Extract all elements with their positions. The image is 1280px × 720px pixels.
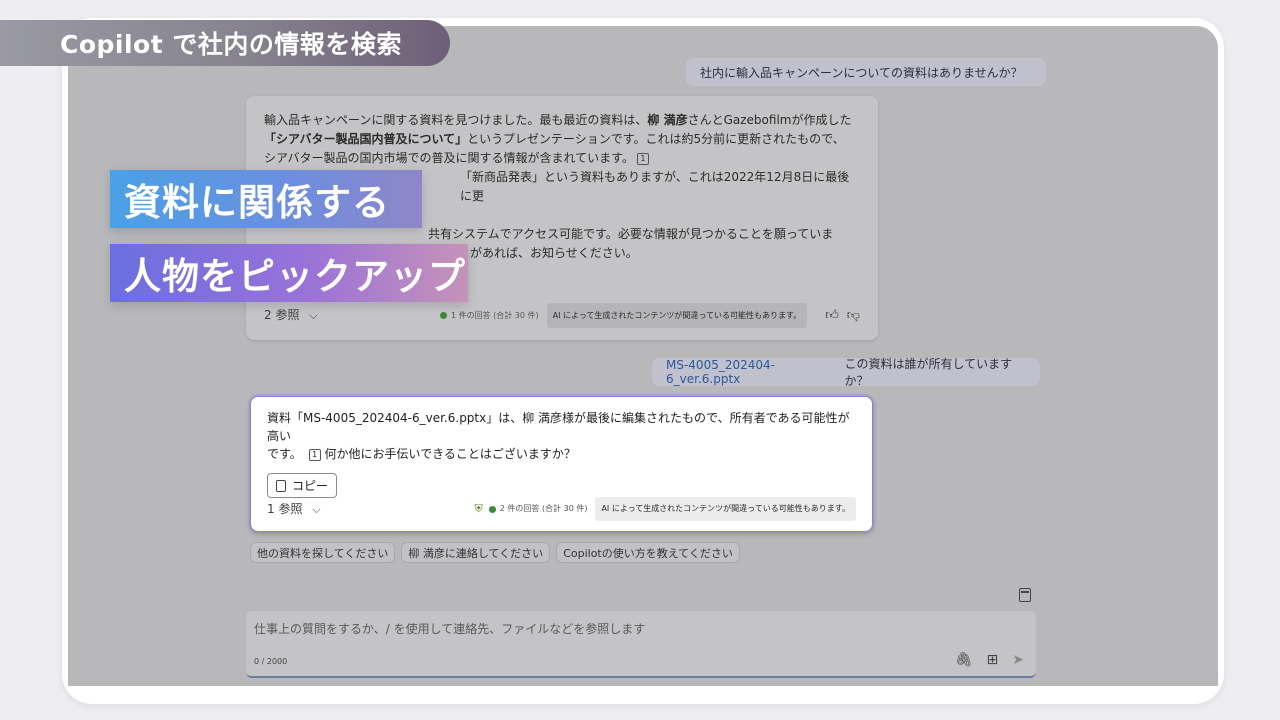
attached-file-link[interactable]: MS-4005_202404-6_ver.6.pptx xyxy=(666,358,840,386)
thumbs-up-icon[interactable]: 👍︎ xyxy=(825,306,839,325)
suggestion-chips: 他の資料を探してください 柳 満彦に連絡してください Copilotの使い方を教… xyxy=(250,542,740,563)
response-1-text: 「新商品発表」という資料もありますが、これは2022年12月8日に最後に更 xyxy=(460,170,850,203)
ai-disclaimer-badge: AI によって生成されたコンテンツが間違っている可能性もあります。 xyxy=(546,302,808,328)
copy-icon xyxy=(276,479,286,492)
user-message-2: MS-4005_202404-6_ver.6.pptx この資料は誰が所有してい… xyxy=(652,357,1040,388)
response-1-text: があれば、お知らせください。 xyxy=(470,246,638,260)
response-1-text: というプレゼンテーションです。これは約5分前に更新されたもので、 xyxy=(467,132,845,146)
overlay-caption-2-text: 人物をピックアップ xyxy=(124,255,466,298)
ai-disclaimer-badge: AI によって生成されたコンテンツが間違っている可能性もあります。 xyxy=(595,497,856,521)
references-toggle[interactable]: 2 参照 ⌵ xyxy=(264,306,318,325)
response-1-text: さんとGazebofilmが作成した xyxy=(687,113,852,127)
document-title-link[interactable]: 「シアバター製品国内普及について」 xyxy=(264,132,467,146)
response-2-line-2: です。 1 何か他にお手伝いできることはございますか？ xyxy=(267,445,856,463)
response-1-text: 輸入品キャンペーンに関する資料を見つけました。最も最近の資料は、 xyxy=(264,113,648,127)
copilot-response-2: 資料「MS-4005_202404-6_ver.6.pptx」は、柳 満彦様が最… xyxy=(250,396,873,532)
references-label: 1 参照 xyxy=(267,501,303,516)
response-1-text: 共有システムでアクセス可能です。必要な情報が見つかることを願っていま xyxy=(428,227,834,241)
chevron-down-icon: ⌵ xyxy=(309,308,318,322)
user-message-1: 社内に輸入品キャンペーンについての資料はありませんか？ xyxy=(686,58,1046,86)
response-1-footer: 2 参照 ⌵ 1 件の回答 (合計 30 件) AI によって生成されたコンテン… xyxy=(264,302,860,328)
user-message-1-text: 社内に輸入品キャンペーンについての資料はありませんか？ xyxy=(700,65,1023,80)
status-dot-icon xyxy=(488,505,496,513)
status-dot-icon xyxy=(439,311,447,319)
notebook-icon[interactable] xyxy=(1019,588,1031,602)
person-name[interactable]: 柳 満彦 xyxy=(647,113,687,127)
input-toolbar: 🖇︎ ⊞ ➤ xyxy=(955,652,1024,668)
user-message-2-text: この資料は誰が所有していますか？ xyxy=(844,357,1013,388)
overlay-caption-2: 人物をピックアップ xyxy=(110,244,468,302)
response-count-text: 1 件の回答 (合計 30 件) xyxy=(450,310,539,320)
chat-input[interactable] xyxy=(254,619,954,639)
reference-marker[interactable]: 1 xyxy=(636,152,649,165)
shield-icon: ⛨ xyxy=(474,502,483,515)
page-title: Copilot で社内の情報を検索 xyxy=(60,30,402,59)
response-2-text: 何か他にお手伝いできることはございますか？ xyxy=(324,447,576,461)
apps-icon[interactable]: ⊞ xyxy=(987,652,999,668)
attach-icon[interactable]: 🖇︎ xyxy=(955,652,973,668)
suggestion-chip[interactable]: 他の資料を探してください xyxy=(250,542,396,563)
response-count-text: 2 件の回答 (合計 30 件) xyxy=(499,504,588,513)
overlay-caption-1: 資料に関係する xyxy=(110,170,422,228)
send-icon[interactable]: ➤ xyxy=(1012,652,1024,668)
overlay-caption-1-text: 資料に関係する xyxy=(124,181,390,224)
title-banner: Copilot で社内の情報を検索 xyxy=(0,20,450,66)
response-2-line-1: 資料「MS-4005_202404-6_ver.6.pptx」は、柳 満彦様が最… xyxy=(267,411,850,443)
chat-input-box: 0 / 2000 🖇︎ ⊞ ➤ xyxy=(246,611,1036,678)
thumbs-down-icon[interactable]: 👎︎ xyxy=(847,306,860,325)
copy-label: コピー xyxy=(292,478,329,493)
response-count: 2 件の回答 (合計 30 件) xyxy=(488,500,588,518)
chevron-down-icon: ⌵ xyxy=(312,502,321,516)
references-toggle[interactable]: 1 参照 ⌵ xyxy=(267,500,321,519)
suggestion-chip[interactable]: Copilotの使い方を教えてください xyxy=(556,542,740,563)
response-1-text: シアバター製品の国内市場での普及に関する情報が含まれています。 xyxy=(264,151,634,165)
character-counter: 0 / 2000 xyxy=(254,657,288,666)
copy-button[interactable]: コピー xyxy=(267,473,338,498)
response-2-text: です。 xyxy=(267,447,302,461)
references-label: 2 参照 xyxy=(264,307,300,322)
response-count: 1 件の回答 (合計 30 件) xyxy=(439,306,539,325)
response-2-footer: 1 参照 ⌵ ⛨ 2 件の回答 (合計 30 件) AI によって生成されたコン… xyxy=(267,497,856,521)
reference-marker[interactable]: 1 xyxy=(308,448,321,461)
suggestion-chip[interactable]: 柳 満彦に連絡してください xyxy=(401,542,551,563)
